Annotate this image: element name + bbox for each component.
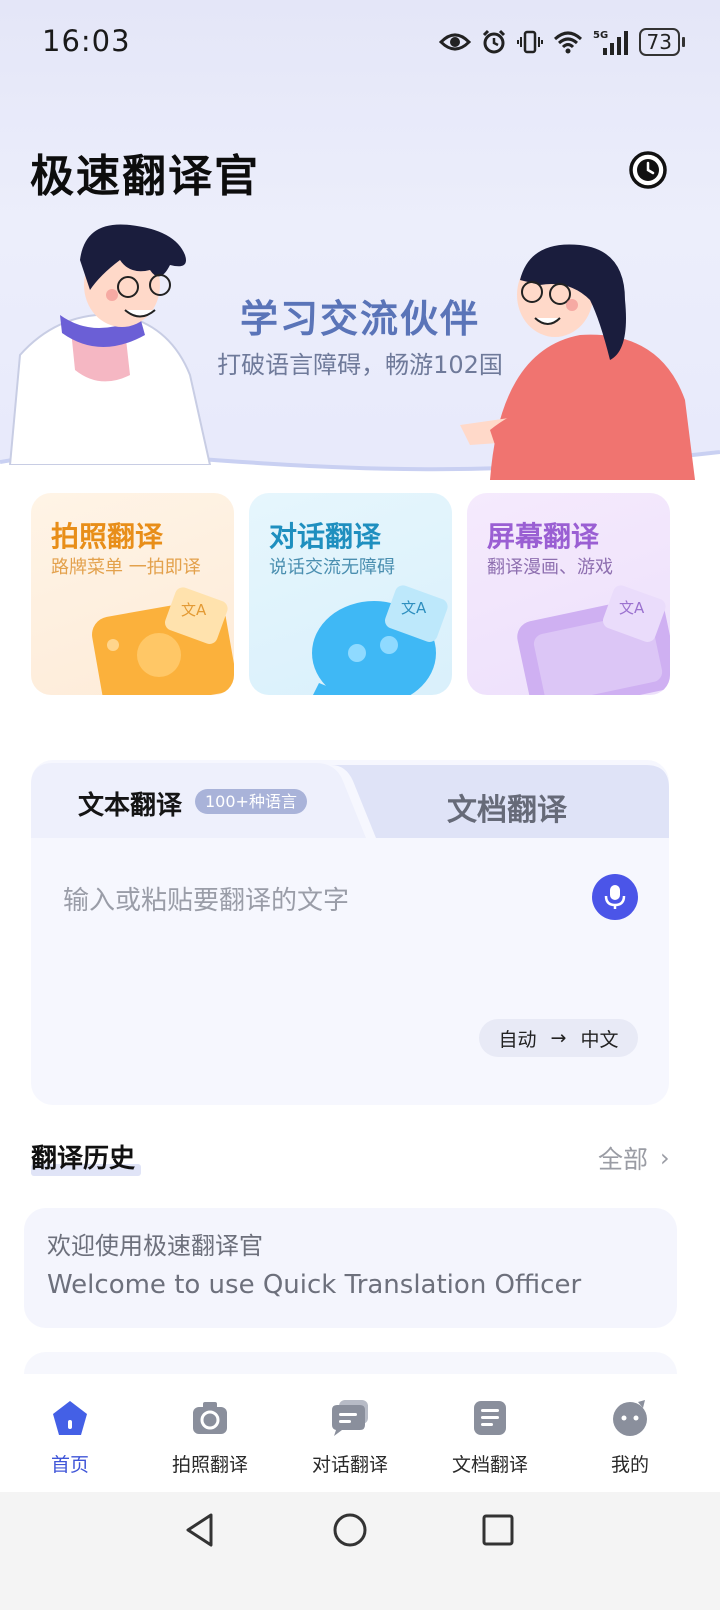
card-subtitle: 路牌菜单 一拍即译 <box>51 557 201 578</box>
camera-icon <box>193 1402 227 1434</box>
status-icons: 5G 73 <box>438 22 686 62</box>
nav-profile[interactable]: 我的 <box>570 1398 690 1477</box>
nav-label: 我的 <box>610 1454 649 1476</box>
back-icon[interactable] <box>183 1512 217 1548</box>
screen-translate-card[interactable]: 文A 屏幕翻译 翻译漫画、游戏 <box>467 493 670 695</box>
card-title: 拍照翻译 <box>51 520 164 553</box>
target-language: 中文 <box>580 1028 619 1051</box>
home-circle-icon[interactable] <box>332 1512 368 1548</box>
tab-document-translate[interactable]: 文档翻译 <box>447 785 567 829</box>
history-title: 翻译历史 <box>31 1144 136 1174</box>
nav-label: 首页 <box>50 1454 89 1476</box>
document-icon <box>474 1401 506 1435</box>
system-nav-bar <box>0 1492 720 1610</box>
history-all-link[interactable]: 全部 <box>598 1140 648 1176</box>
app-title: 极速翻译官 <box>30 151 260 202</box>
card-subtitle: 翻译漫画、游戏 <box>487 557 613 578</box>
source-language: 自动 <box>498 1028 537 1051</box>
svg-text:文A: 文A <box>401 599 427 617</box>
banner-subtitle: 打破语言障碍，畅游102国 <box>217 351 503 379</box>
profile-icon <box>613 1400 647 1436</box>
chat-icon <box>332 1400 368 1436</box>
wifi-icon <box>553 31 582 54</box>
dialog-translate-card[interactable]: 文A 对话翻译 说话交流无障碍 <box>249 493 452 695</box>
microphone-icon <box>604 885 626 909</box>
nav-document-translate[interactable]: 文档翻译 <box>430 1398 550 1477</box>
banner-title: 学习交流伙伴 <box>239 297 480 341</box>
nav-home[interactable]: 首页 <box>10 1398 130 1477</box>
arrow-right-icon: → <box>550 1027 567 1049</box>
vibrate-icon <box>516 30 543 54</box>
clock-history-icon[interactable] <box>628 150 668 190</box>
card-subtitle: 说话交流无障碍 <box>269 557 395 578</box>
language-count-badge: 100+种语言 <box>195 789 307 814</box>
microphone-button[interactable] <box>592 874 638 920</box>
chevron-right-icon[interactable]: › <box>660 1144 670 1172</box>
eye-icon <box>438 33 471 51</box>
nav-label: 对话翻译 <box>311 1454 388 1476</box>
card-title: 对话翻译 <box>269 520 382 553</box>
language-selector[interactable]: 自动 → 中文 <box>479 1019 638 1057</box>
battery-indicator: 73 <box>638 28 686 56</box>
svg-text:文A: 文A <box>619 599 645 617</box>
nav-label: 文档翻译 <box>451 1454 528 1476</box>
home-icon <box>53 1401 87 1435</box>
nav-photo-translate[interactable]: 拍照翻译 <box>150 1398 270 1477</box>
alarm-icon <box>482 29 505 54</box>
history-source-text: 欢迎使用极速翻译官 <box>47 1232 263 1260</box>
card-title: 屏幕翻译 <box>487 520 600 553</box>
history-target-text: Welcome to use Quick Translation Officer <box>47 1270 582 1300</box>
text-input[interactable]: 输入或粘贴要翻译的文字 <box>63 880 349 917</box>
nav-label: 拍照翻译 <box>171 1454 248 1476</box>
recents-icon[interactable] <box>482 1514 514 1546</box>
status-time: 16:03 <box>42 24 131 58</box>
nav-dialog-translate[interactable]: 对话翻译 <box>290 1398 410 1477</box>
svg-text:5G: 5G <box>593 30 608 41</box>
photo-translate-card[interactable]: 文A 拍照翻译 路牌菜单 一拍即译 <box>31 493 234 695</box>
tab-text-translate[interactable]: 文本翻译 <box>78 785 182 822</box>
svg-text:文A: 文A <box>181 601 207 619</box>
signal-5g-icon: 5G <box>593 30 628 55</box>
